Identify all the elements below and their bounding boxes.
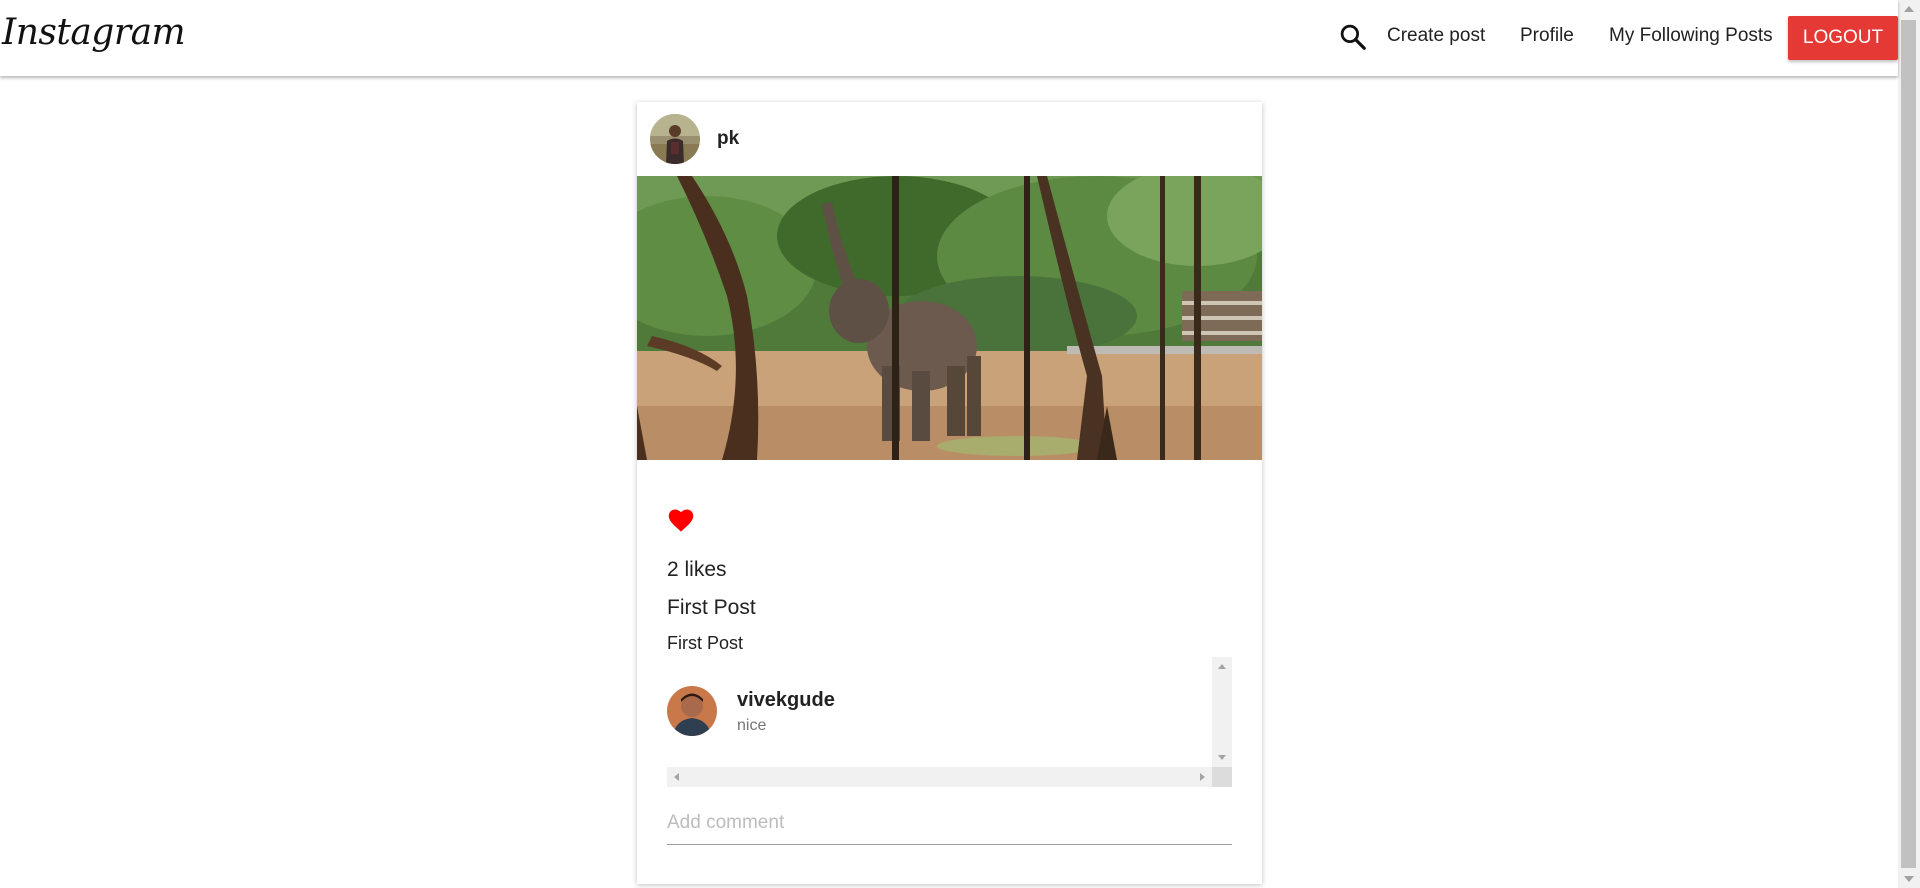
nav-profile-link[interactable]: Profile (1520, 25, 1574, 47)
scroll-up-arrow-icon[interactable] (1904, 6, 1914, 12)
nav-create-post-link[interactable]: Create post (1387, 25, 1485, 47)
post-body: First Post (667, 633, 744, 653)
post-author-username[interactable]: pk (717, 128, 739, 150)
page-scrollbar-thumb[interactable] (1901, 20, 1916, 868)
post-title: First Post (667, 596, 756, 619)
comment-text: nice (737, 717, 767, 734)
nav-following-posts-link[interactable]: My Following Posts (1609, 25, 1773, 47)
post-author-avatar[interactable] (650, 114, 700, 164)
post-card: pk 2 likes First Post First Post vivekgu… (637, 102, 1262, 884)
logout-button[interactable]: LOGOUT (1788, 16, 1898, 60)
comments-list[interactable]: vivekgude nice (667, 657, 1232, 787)
comments-vertical-scrollbar[interactable] (1212, 657, 1232, 767)
scroll-left-arrow-icon[interactable] (674, 773, 679, 781)
scroll-up-arrow-icon[interactable] (1218, 664, 1226, 669)
instagram-logo[interactable]: Instagram (2, 12, 186, 53)
page-scrollbar[interactable] (1898, 0, 1920, 888)
add-comment-input[interactable] (667, 802, 1232, 845)
heart-icon[interactable] (667, 507, 695, 533)
post-image (637, 176, 1262, 460)
scroll-down-arrow-icon[interactable] (1218, 755, 1226, 760)
scroll-down-arrow-icon[interactable] (1904, 876, 1914, 882)
likes-count: 2 likes (667, 558, 727, 581)
comments-horizontal-scrollbar[interactable] (667, 767, 1212, 787)
scroll-right-arrow-icon[interactable] (1200, 773, 1205, 781)
post-header: pk (637, 102, 1262, 176)
scrollbar-corner (1212, 767, 1232, 787)
commenter-avatar[interactable] (667, 686, 717, 736)
comment-username[interactable]: vivekgude (737, 689, 835, 712)
search-icon[interactable] (1338, 22, 1368, 52)
navbar: Instagram Create post Profile My Followi… (0, 0, 1898, 76)
